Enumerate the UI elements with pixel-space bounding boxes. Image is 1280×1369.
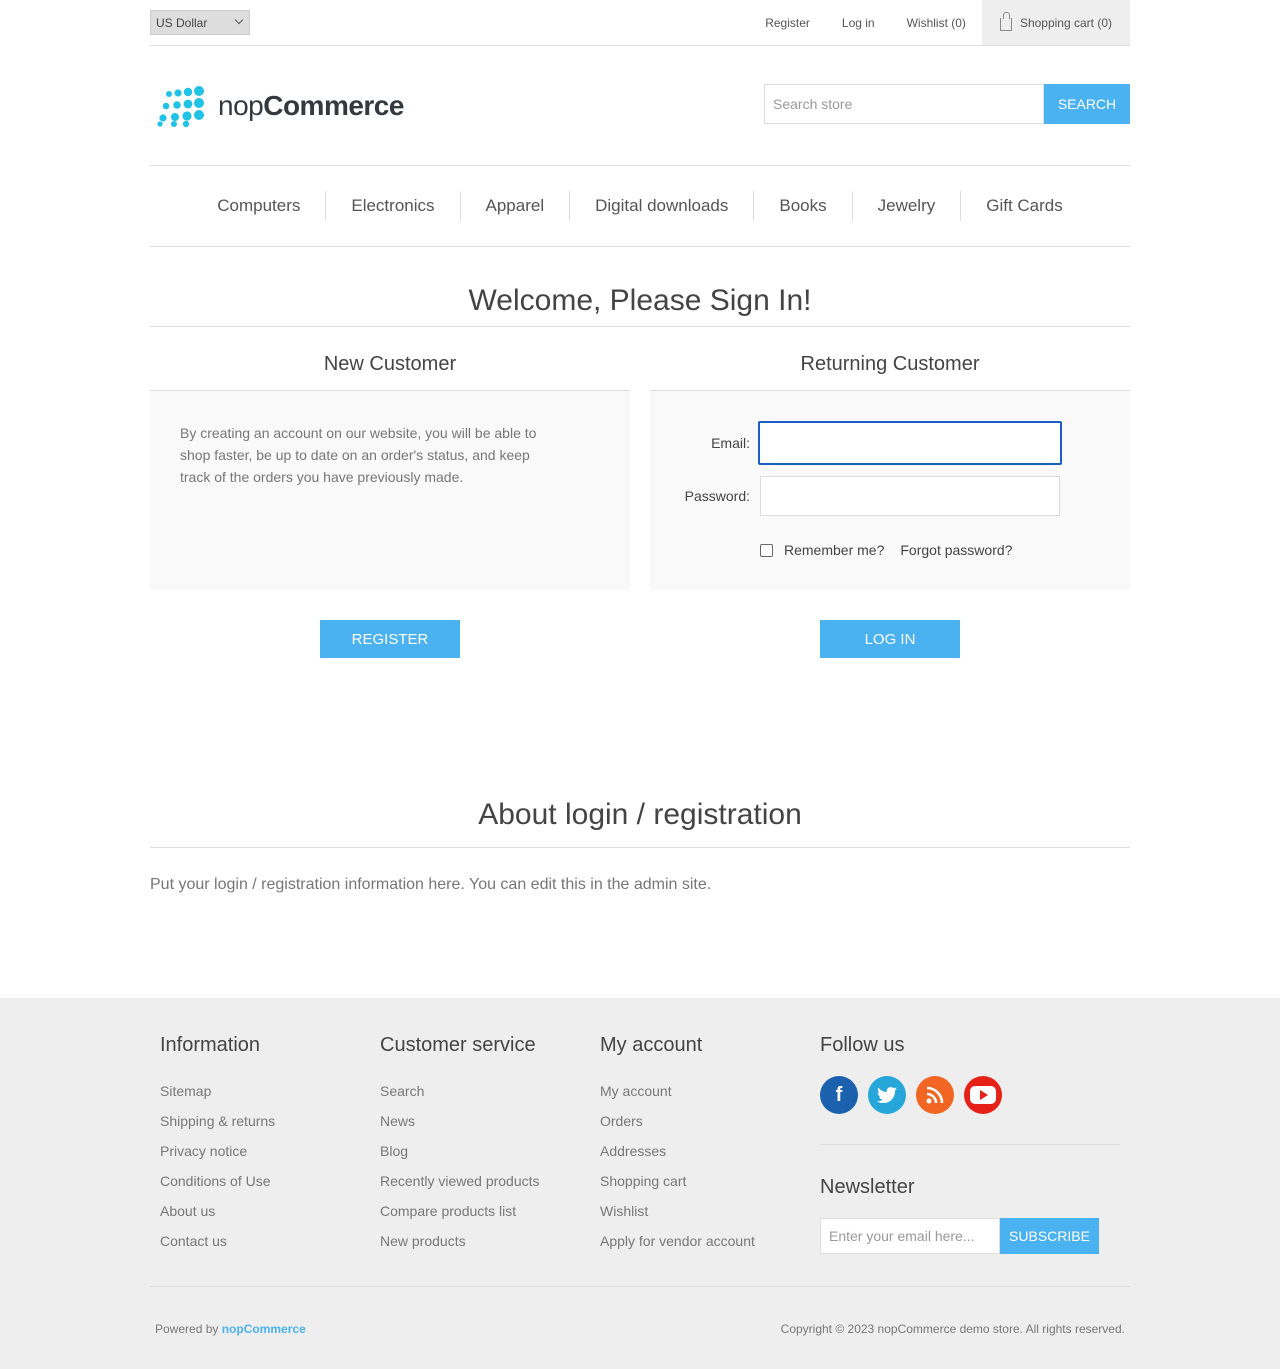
about-text: Put your login / registration informatio…	[150, 876, 712, 893]
youtube-icon[interactable]	[964, 1076, 1002, 1114]
facebook-icon[interactable]: f	[820, 1076, 858, 1114]
twitter-icon[interactable]	[868, 1076, 906, 1114]
about-title: About login / registration	[150, 798, 1130, 848]
footer-link-shipping-returns[interactable]: Shipping & returns	[160, 1106, 380, 1136]
search-button[interactable]: Search	[1044, 84, 1130, 124]
footer-my-account-title: My account	[600, 1034, 703, 1056]
footer-link-compare-products[interactable]: Compare products list	[380, 1196, 600, 1226]
header-top-bar: US Dollar Register Log in Wishlist (0) S…	[150, 0, 1130, 46]
footer-inner: Information Sitemap Shipping & returns P…	[150, 998, 1130, 1369]
logo-wordmark: nopCommerce	[218, 92, 404, 120]
newsletter-email-input[interactable]	[820, 1218, 1000, 1254]
page-title: Welcome, Please Sign In!	[150, 247, 1130, 327]
footer-link-recently-viewed[interactable]: Recently viewed products	[380, 1166, 600, 1196]
shopping-cart-link[interactable]: Shopping cart (0)	[981, 0, 1130, 45]
subscribe-button[interactable]: Subscribe	[1000, 1218, 1099, 1254]
menu-item-books[interactable]: Books	[753, 191, 851, 221]
logo-dots-icon	[157, 86, 204, 128]
footer: Information Sitemap Shipping & returns P…	[0, 998, 1280, 1369]
email-label: Email:	[711, 435, 750, 451]
powered-by: Powered by nopCommerce	[155, 1322, 306, 1336]
new-customer-box: By creating an account on our website, y…	[150, 391, 630, 590]
copyright-text: Copyright © 2023 nopCommerce demo store.…	[780, 1322, 1125, 1336]
footer-link-news[interactable]: News	[380, 1106, 600, 1136]
footer-link-about-us[interactable]: About us	[160, 1196, 380, 1226]
login-columns: New Customer By creating an account on o…	[150, 327, 1130, 658]
new-customer-text: By creating an account on our website, y…	[180, 425, 537, 485]
login-button-wrap: Log in	[650, 590, 1130, 658]
footer-link-my-account[interactable]: My account	[600, 1076, 820, 1106]
footer-information-title: Information	[160, 1034, 261, 1056]
login-button[interactable]: Log in	[820, 620, 960, 658]
menu-item-jewelry[interactable]: Jewelry	[851, 191, 961, 221]
chevron-down-icon	[234, 15, 244, 25]
youtube-play-icon	[970, 1086, 996, 1104]
top-menu: Computers Electronics Apparel Digital do…	[150, 166, 1130, 247]
footer-follow-title: Follow us	[820, 1034, 905, 1056]
store-logo[interactable]: nopCommerce	[152, 84, 404, 128]
header: US Dollar Register Log in Wishlist (0) S…	[150, 0, 1130, 894]
email-field[interactable]	[758, 421, 1062, 465]
footer-link-sitemap[interactable]: Sitemap	[160, 1076, 380, 1106]
footer-link-vendor-account[interactable]: Apply for vendor account	[600, 1226, 820, 1256]
shopping-cart-label: Shopping cart (0)	[1019, 15, 1112, 30]
footer-divider	[820, 1144, 1120, 1145]
search-box: Search	[764, 84, 1130, 124]
password-row: Password:	[650, 476, 1130, 516]
footer-link-new-products[interactable]: New products	[380, 1226, 600, 1256]
newsletter-title: Newsletter	[820, 1176, 915, 1198]
forgot-password-link[interactable]: Forgot password?	[900, 542, 1012, 558]
menu-item-computers[interactable]: Computers	[192, 191, 325, 221]
remember-row: Remember me? Forgot password?	[760, 542, 1012, 558]
logo-part-nop: nop	[218, 90, 264, 121]
powered-by-prefix: Powered by	[155, 1322, 219, 1336]
header-links: Register Log in Wishlist (0) Shopping ca…	[733, 0, 1130, 45]
new-customer-title: New Customer	[150, 327, 630, 391]
footer-customer-service: Customer service Search News Blog Recent…	[380, 1034, 600, 1256]
new-customer-block: New Customer By creating an account on o…	[150, 327, 630, 658]
currency-selected: US Dollar	[156, 16, 208, 30]
footer-follow-us: Follow us f Newsletter Subscribe	[820, 1034, 1130, 1254]
footer-link-shopping-cart[interactable]: Shopping cart	[600, 1166, 820, 1196]
powered-by-link[interactable]: nopCommerce	[222, 1322, 306, 1336]
search-input[interactable]	[764, 84, 1044, 124]
menu-item-apparel[interactable]: Apparel	[459, 191, 570, 221]
rss-icon[interactable]	[916, 1076, 954, 1114]
remember-me-label[interactable]: Remember me?	[784, 542, 884, 558]
remember-me-checkbox[interactable]	[760, 543, 773, 557]
menu-item-digital-downloads[interactable]: Digital downloads	[569, 191, 753, 221]
social-icons: f	[820, 1076, 1130, 1114]
password-label: Password:	[684, 488, 750, 504]
footer-information: Information Sitemap Shipping & returns P…	[160, 1034, 380, 1256]
login-link[interactable]: Log in	[842, 16, 875, 30]
footer-link-addresses[interactable]: Addresses	[600, 1136, 820, 1166]
footer-link-orders[interactable]: Orders	[600, 1106, 820, 1136]
footer-link-blog[interactable]: Blog	[380, 1136, 600, 1166]
menu-item-electronics[interactable]: Electronics	[325, 191, 459, 221]
email-row: Email:	[650, 421, 1130, 465]
footer-bottom: Powered by nopCommerce Copyright © 2023 …	[150, 1286, 1130, 1336]
footer-link-privacy-notice[interactable]: Privacy notice	[160, 1136, 380, 1166]
register-button[interactable]: Register	[320, 620, 460, 658]
footer-customer-service-title: Customer service	[380, 1034, 536, 1056]
logo-part-commerce: Commerce	[263, 90, 404, 121]
password-field[interactable]	[760, 476, 1060, 516]
register-link[interactable]: Register	[765, 16, 810, 30]
returning-customer-title: Returning Customer	[650, 327, 1130, 391]
shopping-bag-icon	[999, 12, 1012, 31]
returning-customer-block: Returning Customer Email: Password: Reme…	[650, 327, 1130, 658]
footer-link-wishlist[interactable]: Wishlist	[600, 1196, 820, 1226]
wishlist-link[interactable]: Wishlist (0)	[907, 16, 966, 30]
footer-link-search[interactable]: Search	[380, 1076, 600, 1106]
footer-link-contact-us[interactable]: Contact us	[160, 1226, 380, 1256]
header-lower: nopCommerce Search	[150, 46, 1130, 166]
newsletter-form: Subscribe	[820, 1218, 1130, 1254]
register-button-wrap: Register	[150, 590, 630, 658]
footer-link-conditions[interactable]: Conditions of Use	[160, 1166, 380, 1196]
login-form: Email: Password: Remember me? Forgot pas…	[650, 391, 1130, 590]
footer-my-account: My account My account Orders Addresses S…	[600, 1034, 820, 1256]
currency-selector[interactable]: US Dollar	[150, 10, 250, 35]
menu-item-gift-cards[interactable]: Gift Cards	[960, 191, 1088, 221]
